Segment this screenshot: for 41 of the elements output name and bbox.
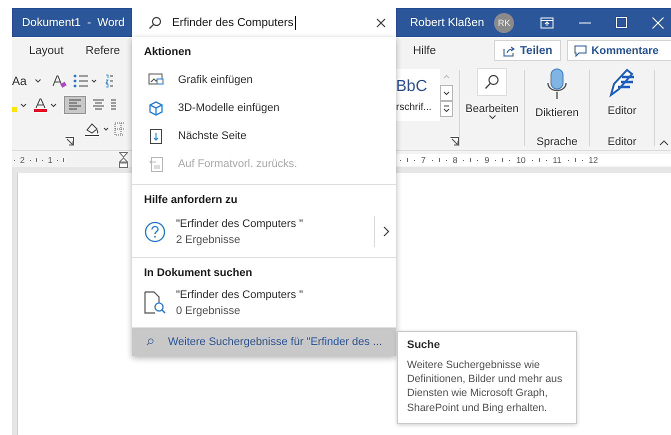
result-title: "Erfinder des Computers " <box>176 289 304 301</box>
find-button[interactable]: Bearbeiten <box>465 64 519 120</box>
more-results-item[interactable]: Weitere Suchergebnisse für "Erfinder des ... <box>132 328 396 356</box>
share-button[interactable]: Teilen <box>494 40 562 61</box>
document-result[interactable]: "Erfinder des Computers " 0 Ergebnisse <box>132 287 396 321</box>
styles-gallery[interactable]: BbC rschrif... <box>396 69 440 121</box>
user-name[interactable]: Robert Klaßen <box>410 16 484 28</box>
result-title: "Erfinder des Computers " <box>176 218 304 230</box>
font-size-button[interactable]: Aa <box>12 74 27 88</box>
ruler-number: 9 <box>484 155 490 165</box>
menu-item[interactable]: Grafik einfügen <box>132 66 396 94</box>
ribbon-tab[interactable]: Refere <box>86 44 120 56</box>
search-text: Erfinder des Computers <box>172 16 294 28</box>
style-name: rschrif... <box>396 102 433 112</box>
ruler-number: 10 <box>516 155 526 165</box>
tooltip-title: Suche <box>407 339 442 351</box>
section-heading: In Dokument suchen <box>143 266 254 281</box>
ruler-number: 11 <box>552 155 562 165</box>
help-result[interactable]: "Erfinder des Computers " 2 Ergebnisse <box>132 214 396 251</box>
menu-item[interactable]: Nächste Seite <box>132 122 396 150</box>
ruler-number: 1 <box>48 155 52 165</box>
window-title: Dokument1 - Word <box>22 16 125 28</box>
comments-button[interactable]: Kommentare <box>567 40 671 61</box>
section-heading: Hilfe anfordern zu <box>143 193 239 208</box>
menu-item[interactable]: 3D-Modelle einfügen <box>132 94 396 122</box>
ribbon-tab[interactable]: Layout <box>29 44 64 56</box>
group-label: Sprache <box>536 136 578 148</box>
tooltip-text: Weitere Suchergebnisse wie Definitionen, Bilder und mehr aus Diensten wie Microsoft Graph, SharePoint und Bing erhalten. <box>407 358 564 415</box>
style-preview: BbC <box>396 78 428 96</box>
ruler-number: 12 <box>588 155 598 165</box>
dictate-button[interactable]: Diktieren <box>535 64 579 119</box>
result-count: 0 Ergebnisse <box>176 305 242 317</box>
ruler-number: 2 <box>20 155 25 165</box>
editor-button[interactable]: Editor <box>608 64 636 117</box>
ruler-number: 8 <box>452 155 458 165</box>
ribbon-tab[interactable]: Hilfe <box>413 44 436 56</box>
ruler-number: 7 <box>421 155 426 165</box>
section-heading: Aktionen <box>143 45 192 60</box>
search-field[interactable]: Erfinder des Computers <box>132 8 396 37</box>
result-count: 2 Ergebnisse <box>176 234 242 246</box>
group-label: Editor <box>608 136 636 148</box>
